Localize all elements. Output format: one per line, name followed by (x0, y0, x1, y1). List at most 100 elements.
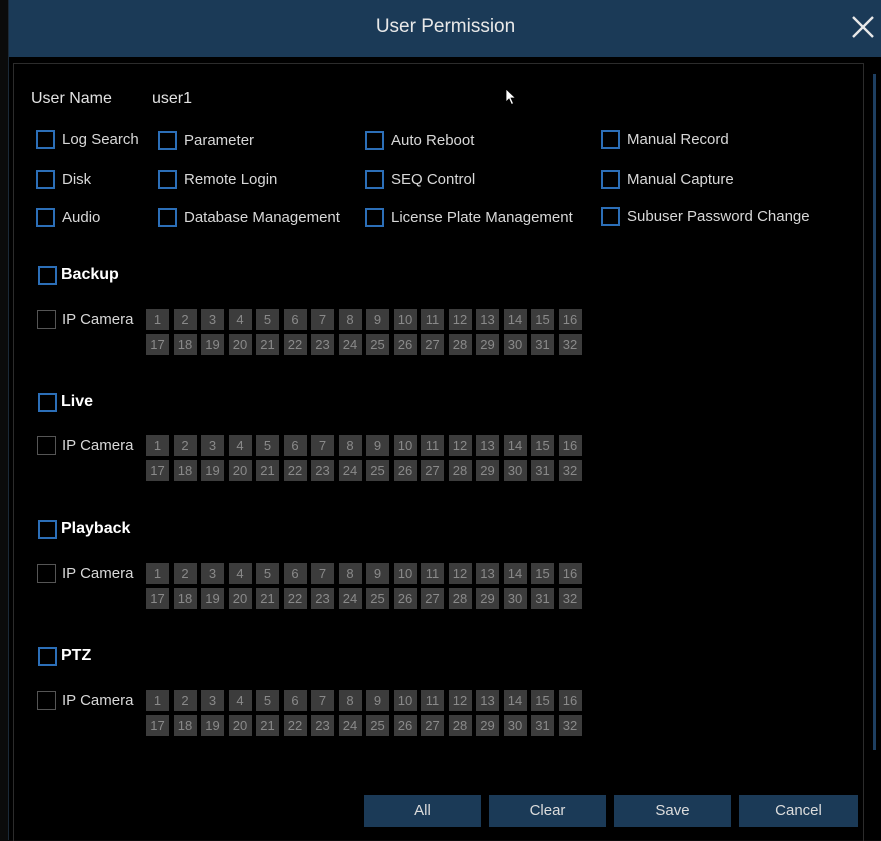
channel-button[interactable]: 11 (421, 690, 444, 711)
channel-button[interactable]: 2 (173, 309, 197, 330)
channel-button[interactable]: 10 (393, 690, 417, 711)
channel-button[interactable]: 17 (146, 588, 169, 609)
perm-seq-control[interactable]: SEQ Control (365, 168, 475, 190)
channel-button[interactable]: 24 (338, 715, 362, 736)
section-ptz[interactable]: PTZ (38, 645, 91, 667)
channel-button[interactable]: 23 (311, 460, 334, 481)
channel-button[interactable]: 31 (531, 588, 554, 609)
channel-button[interactable]: 1 (146, 690, 169, 711)
checkbox[interactable] (38, 519, 57, 539)
channel-button[interactable]: 27 (421, 334, 444, 355)
channel-button[interactable]: 13 (476, 309, 499, 330)
channel-button[interactable]: 29 (476, 715, 499, 736)
channel-button[interactable]: 9 (366, 309, 389, 330)
channel-button[interactable]: 5 (256, 435, 279, 456)
channel-button[interactable]: 9 (366, 563, 389, 584)
channel-button[interactable]: 32 (558, 715, 582, 736)
channel-button[interactable]: 13 (476, 690, 499, 711)
channel-button[interactable]: 20 (228, 460, 252, 481)
channel-button[interactable]: 19 (201, 460, 224, 481)
channel-button[interactable]: 8 (338, 309, 362, 330)
ip-camera-row[interactable]: IP Camera (37, 308, 133, 330)
channel-button[interactable]: 10 (393, 435, 417, 456)
channel-button[interactable]: 26 (393, 460, 417, 481)
perm-database-management[interactable]: Database Management (158, 206, 340, 228)
channel-button[interactable]: 30 (503, 460, 527, 481)
channel-button[interactable]: 31 (531, 460, 554, 481)
channel-button[interactable]: 6 (283, 690, 307, 711)
checkbox[interactable] (158, 169, 177, 189)
channel-button[interactable]: 3 (201, 563, 224, 584)
channel-button[interactable]: 11 (421, 435, 444, 456)
channel-button[interactable]: 14 (503, 435, 527, 456)
checkbox[interactable] (601, 129, 620, 149)
perm-license-plate-management[interactable]: License Plate Management (365, 206, 573, 228)
channel-button[interactable]: 24 (338, 588, 362, 609)
channel-button[interactable]: 9 (366, 690, 389, 711)
perm-manual-capture[interactable]: Manual Capture (601, 168, 734, 190)
channel-button[interactable]: 13 (476, 435, 499, 456)
channel-button[interactable]: 14 (503, 563, 527, 584)
channel-button[interactable]: 3 (201, 435, 224, 456)
checkbox[interactable] (37, 563, 56, 583)
channel-button[interactable]: 30 (503, 334, 527, 355)
channel-button[interactable]: 3 (201, 309, 224, 330)
section-backup[interactable]: Backup (38, 264, 119, 286)
channel-button[interactable]: 3 (201, 690, 224, 711)
channel-button[interactable]: 12 (448, 435, 472, 456)
section-playback[interactable]: Playback (38, 518, 130, 540)
channel-button[interactable]: 1 (146, 435, 169, 456)
checkbox[interactable] (37, 435, 56, 455)
channel-button[interactable]: 8 (338, 563, 362, 584)
channel-button[interactable]: 26 (393, 334, 417, 355)
channel-button[interactable]: 27 (421, 460, 444, 481)
channel-button[interactable]: 2 (173, 563, 197, 584)
checkbox[interactable] (365, 207, 384, 227)
channel-button[interactable]: 31 (531, 334, 554, 355)
channel-button[interactable]: 16 (558, 309, 582, 330)
channel-button[interactable]: 15 (531, 563, 554, 584)
channel-button[interactable]: 5 (256, 563, 279, 584)
channel-button[interactable]: 8 (338, 435, 362, 456)
channel-button[interactable]: 23 (311, 715, 334, 736)
channel-button[interactable]: 18 (173, 334, 197, 355)
channel-button[interactable]: 4 (228, 435, 252, 456)
channel-button[interactable]: 19 (201, 334, 224, 355)
channel-button[interactable]: 24 (338, 460, 362, 481)
channel-button[interactable]: 8 (338, 690, 362, 711)
channel-button[interactable]: 14 (503, 690, 527, 711)
save-button[interactable]: Save (614, 795, 731, 827)
channel-button[interactable]: 7 (311, 435, 334, 456)
perm-subuser-password-change[interactable]: Subuser Password Change (601, 205, 810, 227)
checkbox[interactable] (158, 207, 177, 227)
channel-button[interactable]: 4 (228, 690, 252, 711)
channel-button[interactable]: 14 (503, 309, 527, 330)
channel-button[interactable]: 12 (448, 690, 472, 711)
channel-button[interactable]: 15 (531, 690, 554, 711)
channel-button[interactable]: 29 (476, 334, 499, 355)
channel-button[interactable]: 2 (173, 435, 197, 456)
channel-button[interactable]: 5 (256, 690, 279, 711)
channel-button[interactable]: 17 (146, 334, 169, 355)
perm-manual-record[interactable]: Manual Record (601, 128, 729, 150)
clear-button[interactable]: Clear (489, 795, 606, 827)
checkbox[interactable] (365, 130, 384, 150)
channel-button[interactable]: 30 (503, 588, 527, 609)
close-button[interactable] (848, 12, 878, 42)
channel-button[interactable]: 19 (201, 588, 224, 609)
channel-button[interactable]: 10 (393, 563, 417, 584)
channel-button[interactable]: 18 (173, 715, 197, 736)
channel-button[interactable]: 22 (283, 460, 307, 481)
checkbox[interactable] (37, 690, 56, 710)
perm-audio[interactable]: Audio (36, 206, 100, 228)
checkbox[interactable] (158, 130, 177, 150)
channel-button[interactable]: 27 (421, 588, 444, 609)
channel-button[interactable]: 25 (366, 334, 389, 355)
channel-button[interactable]: 16 (558, 435, 582, 456)
channel-button[interactable]: 21 (256, 334, 279, 355)
channel-button[interactable]: 9 (366, 435, 389, 456)
channel-button[interactable]: 7 (311, 563, 334, 584)
channel-button[interactable]: 21 (256, 460, 279, 481)
cancel-button[interactable]: Cancel (739, 795, 858, 827)
channel-button[interactable]: 30 (503, 715, 527, 736)
